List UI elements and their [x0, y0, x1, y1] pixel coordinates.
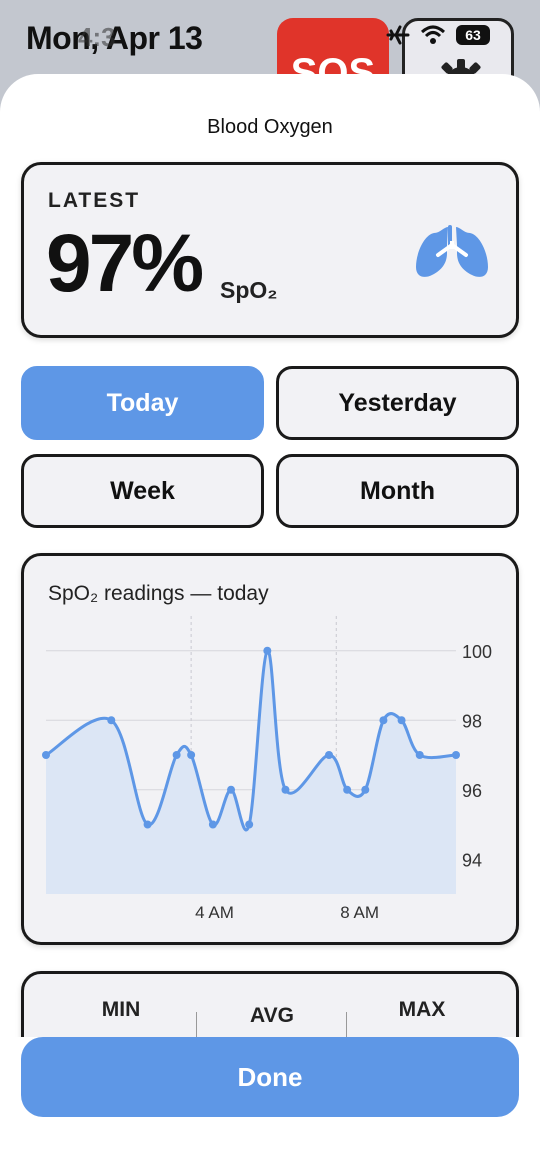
y-tick-label: 94 [462, 850, 482, 870]
sheet-title: Blood Oxygen [207, 116, 333, 138]
range-month-button[interactable]: Month [276, 454, 519, 528]
latest-value: 97% [46, 218, 204, 309]
spo2-point [361, 785, 370, 794]
stat-max-label: MAX [398, 998, 446, 1021]
spo2-point [245, 820, 254, 829]
spo2-point [143, 820, 152, 829]
y-tick-label: 96 [462, 781, 482, 801]
background-time-ghost: 4:3 [78, 22, 116, 52]
y-tick-label: 98 [462, 711, 482, 731]
status-bar: 63 [386, 24, 490, 46]
spo2-chart: 94 96 98 100 4 AM 8 AM [42, 616, 492, 922]
spo2-point [187, 751, 196, 759]
x-tick-label: 8 AM [340, 903, 379, 922]
chart-card: SpO₂ readings — today 94 96 98 100 4 AM 8 AM [21, 553, 519, 945]
spo2-point [325, 751, 334, 759]
wifi-icon [420, 25, 446, 44]
latest-card: LATEST 97% SpO₂ [21, 162, 519, 338]
range-week-button[interactable]: Week [21, 454, 264, 528]
stat-min-label: MIN [101, 998, 141, 1021]
spo2-point [343, 785, 352, 794]
latest-label: LATEST [48, 189, 141, 212]
spo2-point [281, 785, 290, 794]
spo2-point [263, 646, 272, 655]
latest-unit: SpO₂ [220, 277, 278, 303]
range-today-button[interactable]: Today [21, 366, 264, 440]
stat-avg-label: AVG [250, 1004, 294, 1027]
spo2-point [397, 716, 406, 725]
spo2-point [227, 785, 236, 794]
spo2-point [452, 751, 460, 759]
lungs-icon [416, 225, 488, 277]
range-yesterday-button[interactable]: Yesterday [276, 366, 519, 440]
spo2-area [46, 650, 456, 894]
airplane-icon [386, 25, 410, 45]
blood-oxygen-sheet: Blood Oxygen LATEST 97% SpO₂ Today Yeste… [0, 74, 540, 1170]
spo2-point [415, 751, 424, 759]
spo2-point [208, 820, 217, 829]
battery-icon: 63 [456, 25, 490, 45]
x-tick-label: 4 AM [195, 903, 234, 922]
done-button[interactable]: Done [21, 1037, 519, 1117]
spo2-point [172, 751, 181, 759]
spo2-point [42, 751, 50, 759]
y-tick-label: 100 [462, 642, 492, 662]
spo2-point [107, 716, 116, 725]
spo2-point [379, 716, 388, 725]
